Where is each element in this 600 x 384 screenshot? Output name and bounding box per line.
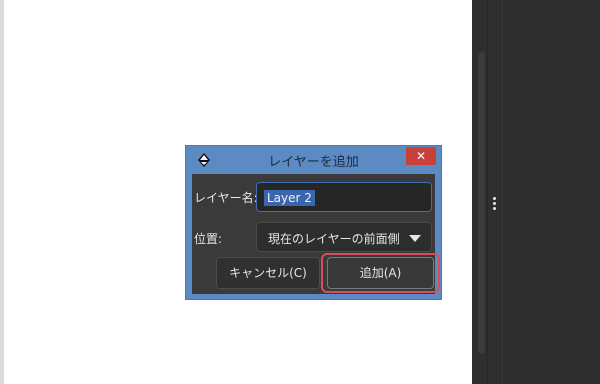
dialog-title: レイヤーを追加: [268, 155, 359, 170]
add-layer-dialog: レイヤーを追加 ✕ レイヤー名: Layer 2 位置: 現在のレイヤーの前面側…: [185, 145, 442, 300]
add-button[interactable]: 追加(A): [327, 257, 434, 289]
close-button[interactable]: ✕: [406, 147, 436, 165]
layer-name-input[interactable]: Layer 2: [256, 182, 432, 212]
scrollbar-thumb[interactable]: [478, 52, 485, 354]
position-selected-value: 現在のレイヤーの前面側: [268, 232, 400, 246]
dialog-body: レイヤー名: Layer 2 位置: 現在のレイヤーの前面側 キャンセル(C) …: [192, 174, 440, 294]
layer-name-label: レイヤー名:: [194, 191, 258, 205]
layer-name-value: Layer 2: [264, 190, 315, 206]
position-dropdown[interactable]: 現在のレイヤーの前面側: [256, 222, 432, 252]
panel-divider[interactable]: [487, 0, 503, 384]
panel-grip-icon[interactable]: [493, 197, 496, 212]
cancel-button[interactable]: キャンセル(C): [216, 257, 320, 289]
chevron-down-icon: [409, 235, 421, 242]
dialog-titlebar[interactable]: レイヤーを追加 ✕: [186, 146, 441, 174]
docked-panel: [502, 0, 600, 384]
close-icon: ✕: [415, 149, 427, 163]
position-label: 位置:: [194, 232, 223, 246]
